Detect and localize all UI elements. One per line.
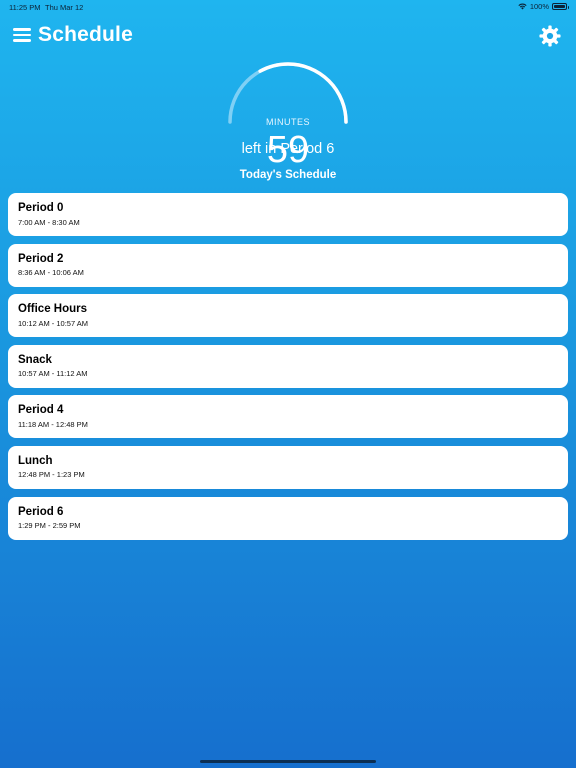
period-name: Period 4	[18, 404, 64, 417]
period-name: Period 0	[18, 202, 64, 214]
current-period-label: left in Period 6	[241, 141, 335, 157]
status-indicators: 100%	[518, 2, 569, 11]
period-time: 11:18 AM - 12:48 PM	[18, 419, 88, 429]
period-card[interactable]: Office Hours 10:12 AM - 10:57 AM	[8, 294, 568, 338]
period-card[interactable]: Period 2 8:36 AM - 10:06 AM	[8, 243, 568, 287]
period-card[interactable]: Period 0 7:00 AM - 8:30 AM	[8, 193, 568, 236]
battery-percent: 100%	[529, 2, 549, 11]
period-card[interactable]: Lunch 12:48 PM - 1:23 PM	[8, 445, 568, 489]
period-time: 12:48 PM - 1:23 PM	[18, 470, 85, 480]
period-time: 1:29 PM - 2:59 PM	[18, 521, 81, 531]
status-bar: 11:25 PM Thu Mar 12 100%	[0, 0, 576, 14]
countdown-arc	[228, 62, 348, 124]
period-name: Snack	[18, 353, 52, 366]
period-name: Lunch	[18, 454, 53, 467]
period-name: Office Hours	[18, 303, 88, 316]
period-time: 7:00 AM - 8:30 AM	[18, 217, 80, 227]
period-name: Period 2	[18, 252, 64, 265]
battery-icon	[552, 3, 569, 10]
nav-bar: Schedule	[0, 22, 576, 48]
wifi-icon	[518, 3, 527, 10]
minutes-unit-label: MINUTES	[266, 117, 310, 127]
period-card[interactable]: Snack 10:57 AM - 11:12 AM	[8, 344, 568, 388]
period-time: 10:12 AM - 10:57 AM	[18, 318, 89, 328]
schedule-heading: Today's Schedule	[239, 169, 337, 181]
period-name: Period 6	[18, 505, 64, 518]
schedule-list: Period 0 7:00 AM - 8:30 AM Period 2 8:36 AM…	[8, 193, 568, 547]
period-card[interactable]: Period 6 1:29 PM - 2:59 PM	[8, 496, 568, 540]
gear-icon[interactable]	[539, 25, 561, 47]
period-time: 10:57 AM - 11:12 AM	[18, 369, 88, 379]
page-title: Schedule	[38, 23, 133, 46]
status-time: 11:25 PM	[9, 3, 41, 12]
hamburger-menu-icon[interactable]	[13, 28, 31, 42]
period-time: 8:36 AM - 10:06 AM	[18, 268, 84, 278]
home-indicator	[200, 760, 376, 763]
status-date: Thu Mar 12	[45, 3, 84, 12]
period-card[interactable]: Period 4 11:18 AM - 12:48 PM	[8, 395, 568, 439]
